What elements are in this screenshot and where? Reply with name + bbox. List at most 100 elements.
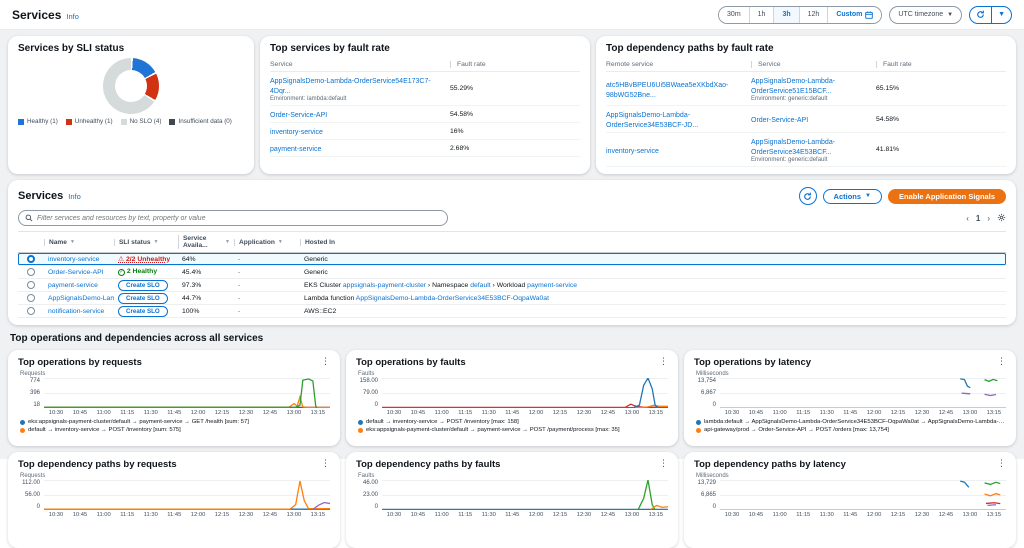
chart-legend-item[interactable]: default → inventory-service → POST /inve…: [20, 427, 181, 434]
chart-legend-item[interactable]: eks:appsignals-payment-cluster/default →…: [358, 427, 620, 434]
create-slo-button[interactable]: Create SLO: [118, 280, 168, 291]
x-tick: 10:45: [411, 512, 426, 518]
service-name-link[interactable]: AppSignalsDemo-Lam...: [48, 295, 114, 302]
row-radio[interactable]: [27, 255, 35, 263]
line-series: [44, 378, 330, 408]
timezone-select[interactable]: UTC timezone ▼: [889, 6, 962, 24]
hosted-in-link[interactable]: payment-service: [527, 282, 577, 289]
time-range-custom[interactable]: Custom: [827, 7, 881, 23]
next-page-button[interactable]: ›: [987, 214, 990, 223]
th-sli-status[interactable]: SLI status▼: [114, 239, 178, 246]
legend-label: api-gateway/prod → Order-Service-API → P…: [704, 427, 889, 434]
service-link[interactable]: payment-service: [270, 146, 321, 153]
time-range-30m[interactable]: 30m: [719, 7, 749, 23]
kebab-menu-icon[interactable]: ⋮: [321, 357, 330, 365]
row-radio[interactable]: [27, 294, 35, 302]
fault-rate-value: 16%: [450, 128, 478, 135]
kebab-menu-icon[interactable]: ⋮: [997, 459, 1006, 467]
kebab-menu-icon[interactable]: ⋮: [659, 357, 668, 365]
plot-area: [720, 480, 1006, 510]
time-range-3h[interactable]: 3h: [773, 7, 798, 23]
service-name-link[interactable]: inventory-service: [48, 256, 99, 263]
sli-status-unhealthy[interactable]: ⚠ 2/2 Unhealthy: [118, 256, 170, 263]
create-slo-button[interactable]: Create SLO: [118, 293, 168, 304]
y-tick: 0: [18, 504, 40, 510]
x-tick: 12:00: [867, 410, 882, 416]
service-name-link[interactable]: Order-Service-API: [48, 269, 104, 276]
table-row[interactable]: AppSignalsDemo-Lam... Create SLO 44.7% -…: [18, 292, 1006, 305]
x-tick: 13:00: [287, 410, 302, 416]
service-link[interactable]: AppSignalsDemo-Lambda-OrderService34E53B…: [751, 139, 835, 156]
create-slo-button[interactable]: Create SLO: [118, 306, 168, 317]
top-services-header: Service Fault rate: [270, 56, 580, 72]
th-name[interactable]: Name▼: [44, 239, 114, 246]
table-row[interactable]: notification-service Create SLO 100% - A…: [18, 305, 1006, 318]
x-tick: 11:00: [773, 410, 787, 416]
table-settings-gear-icon[interactable]: [997, 213, 1006, 224]
y-tick: 0: [356, 504, 378, 510]
service-link[interactable]: AppSignalsDemo-Lambda-OrderService51E15B…: [751, 78, 835, 95]
enable-application-signals-button[interactable]: Enable Application Signals: [888, 189, 1006, 204]
remote-service-link[interactable]: AppSignalsDemo-Lambda-OrderService34E53B…: [606, 112, 698, 129]
y-tick: 79.00: [356, 390, 378, 396]
remote-service-link[interactable]: atc5HBvBPEU6Ui5BWaea5eXKbdXao-98bWG52Bne…: [606, 82, 728, 99]
chart-legend-item[interactable]: default → inventory-service → POST /inve…: [358, 419, 519, 426]
col-service: Service: [751, 61, 876, 68]
chart-title: Top operations by faults: [356, 357, 466, 368]
filter-icon[interactable]: ▼: [70, 239, 75, 245]
table-refresh-button[interactable]: [799, 187, 817, 205]
services-search-input[interactable]: [37, 215, 441, 222]
chart-legend-item[interactable]: lambda:default → AppSignalsDemo-Lambda-O…: [696, 419, 1006, 426]
remote-service-link[interactable]: inventory-service: [606, 148, 659, 155]
table-row[interactable]: Order-Service-API ✓ 2 Healthy 45.4% - Ge…: [18, 266, 1006, 279]
table-row[interactable]: inventory-service ⚠ 2/2 Unhealthy 64% - …: [18, 253, 1006, 266]
hosted-in-cell: Lambda function AppSignalsDemo-Lambda-Or…: [300, 295, 1006, 302]
time-range-1h[interactable]: 1h: [749, 7, 774, 23]
page-info-link[interactable]: Info: [66, 12, 79, 21]
legend-item: Insufficient data (0): [169, 118, 231, 125]
x-tick: 11:00: [435, 410, 449, 416]
y-axis-label: Requests: [20, 371, 330, 377]
actions-button[interactable]: Actions ▼: [823, 189, 882, 204]
legend-dot: [696, 420, 701, 425]
th-availability[interactable]: Service Availa...▼: [178, 235, 234, 249]
x-tick: 11:15: [458, 512, 472, 518]
legend-dot: [20, 420, 25, 425]
service-name-link[interactable]: notification-service: [48, 308, 104, 315]
services-info-link[interactable]: Info: [68, 192, 81, 201]
service-link[interactable]: inventory-service: [270, 129, 323, 136]
current-page[interactable]: 1: [976, 214, 980, 223]
hosted-in-link[interactable]: appsignals-payment-cluster: [343, 282, 426, 289]
time-range-12h[interactable]: 12h: [799, 7, 828, 23]
top-service-row: AppSignalsDemo-Lambda-OrderService54E173…: [270, 72, 580, 106]
service-link[interactable]: AppSignalsDemo-Lambda-OrderService54E173…: [270, 78, 431, 95]
refresh-options-chevron-icon[interactable]: ▼: [991, 7, 1011, 23]
x-tick: 13:15: [311, 410, 326, 416]
chart-top-dependency-paths-by-requests: Top dependency paths by requests ⋮ Reque…: [8, 452, 340, 548]
table-row[interactable]: payment-service Create SLO 97.3% - EKS C…: [18, 279, 1006, 292]
service-link[interactable]: Order-Service-API: [751, 117, 808, 124]
chart-top-operations-by-faults: Top operations by faults ⋮ Faults 158.00…: [346, 350, 678, 446]
top-services-rows: AppSignalsDemo-Lambda-OrderService54E173…: [270, 72, 580, 157]
chart-legend-item[interactable]: api-gateway/prod → Order-Service-API → P…: [696, 427, 889, 434]
actions-label: Actions: [834, 192, 862, 201]
filter-icon[interactable]: ▼: [225, 239, 230, 245]
filter-icon[interactable]: ▼: [154, 239, 159, 245]
row-radio[interactable]: [27, 281, 35, 289]
service-link[interactable]: Order-Service-API: [270, 112, 327, 119]
prev-page-button[interactable]: ‹: [966, 214, 969, 223]
th-application[interactable]: Application▼: [234, 239, 300, 246]
chart-legend-item[interactable]: eks:appsignals-payment-cluster/default →…: [20, 419, 249, 426]
hosted-in-link[interactable]: default: [470, 282, 490, 289]
refresh-icon[interactable]: [970, 7, 991, 23]
filter-icon[interactable]: ▼: [278, 239, 283, 245]
kebab-menu-icon[interactable]: ⋮: [659, 459, 668, 467]
hosted-in-link[interactable]: AppSignalsDemo-Lambda-OrderService34E53B…: [356, 295, 549, 302]
service-name-link[interactable]: payment-service: [48, 282, 98, 289]
row-radio[interactable]: [27, 268, 35, 276]
kebab-menu-icon[interactable]: ⋮: [997, 357, 1006, 365]
row-radio[interactable]: [27, 307, 35, 315]
time-controls: 30m1h3h12hCustom UTC timezone ▼ ▼: [718, 6, 1012, 24]
kebab-menu-icon[interactable]: ⋮: [321, 459, 330, 467]
availability-value: 64%: [178, 256, 234, 263]
